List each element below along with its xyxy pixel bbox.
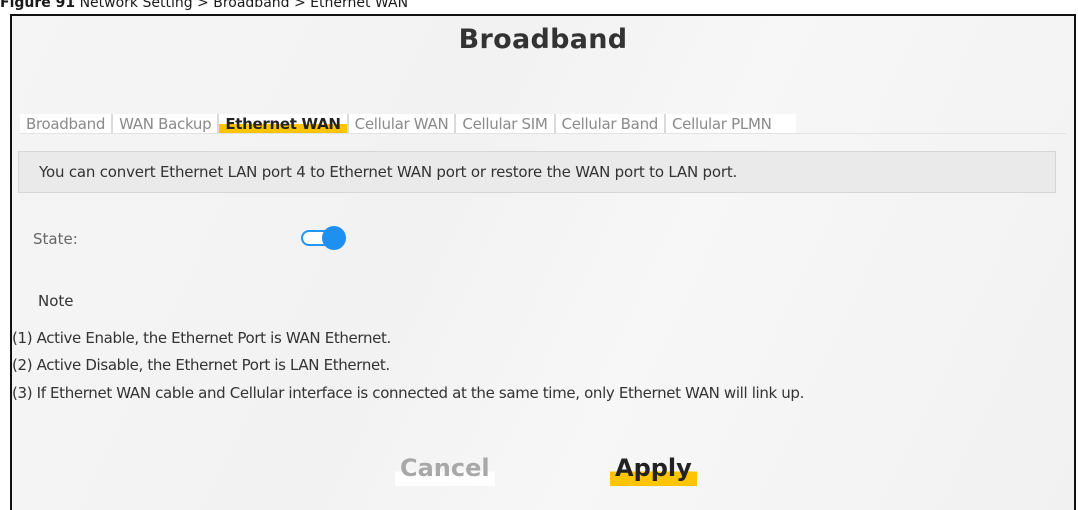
- tab-cellular-band[interactable]: Cellular Band: [556, 114, 666, 134]
- tab-broadband[interactable]: Broadband: [20, 114, 114, 134]
- tab-bar: Broadband WAN Backup Ethernet WAN Cellul…: [20, 114, 796, 134]
- figure-caption: Figure 91 Network Setting > Broadband > …: [0, 0, 408, 11]
- state-label: State:: [33, 230, 78, 248]
- apply-button[interactable]: Apply: [610, 450, 697, 486]
- note-line: (2) Active Disable, the Ethernet Port is…: [12, 356, 390, 374]
- tab-cellular-sim[interactable]: Cellular SIM: [456, 114, 556, 134]
- tab-cellular-wan[interactable]: Cellular WAN: [349, 114, 457, 134]
- tab-divider: [20, 133, 1066, 134]
- cancel-button[interactable]: Cancel: [395, 450, 495, 486]
- toggle-switch-on-icon: [322, 226, 346, 250]
- note-line: (1) Active Enable, the Ethernet Port is …: [12, 329, 391, 347]
- broadband-panel: Broadband Broadband WAN Backup Ethernet …: [10, 14, 1076, 510]
- tab-cellular-plmn[interactable]: Cellular PLMN: [666, 114, 796, 134]
- page-title: Broadband: [458, 24, 628, 55]
- tab-wan-backup[interactable]: WAN Backup: [113, 114, 220, 134]
- tab-ethernet-wan[interactable]: Ethernet WAN: [219, 114, 349, 134]
- note-title: Note: [38, 292, 74, 310]
- note-line: (3) If Ethernet WAN cable and Cellular i…: [12, 384, 805, 402]
- figure-number: Figure 91: [0, 0, 76, 11]
- figure-path: Network Setting > Broadband > Ethernet W…: [79, 0, 409, 11]
- info-message: You can convert Ethernet LAN port 4 to E…: [18, 151, 1056, 193]
- state-toggle[interactable]: [301, 226, 347, 250]
